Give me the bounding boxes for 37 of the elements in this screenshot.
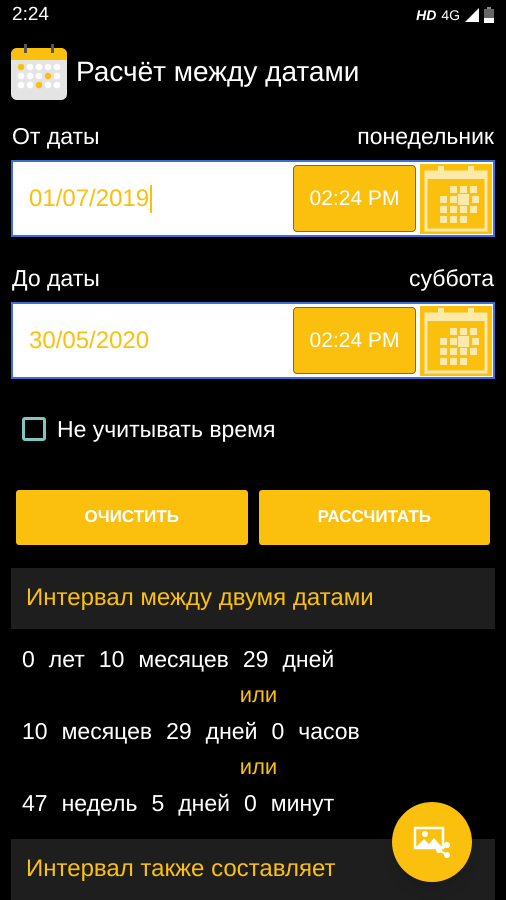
app-title: Расчёт между датами (76, 54, 360, 89)
clock: 2:24 (12, 2, 49, 27)
result-number: 29 (242, 644, 268, 674)
result-number: 0 (22, 644, 35, 674)
result-unit: дней (282, 644, 334, 674)
result-number: 0 (271, 716, 284, 746)
section-title: Интервал также составляет (26, 854, 336, 884)
result-number: 10 (22, 716, 48, 746)
field-label: От даты (12, 125, 100, 148)
share-image-icon (413, 826, 451, 858)
signal-icon (465, 8, 479, 22)
result-unit: месяцев (62, 716, 152, 746)
weekday-label: суббота (409, 267, 494, 290)
result-number: 5 (151, 788, 164, 818)
result-unit: недель (62, 788, 138, 818)
section-title: Интервал между двумя датами (26, 583, 374, 614)
or-label: или (240, 753, 278, 782)
result-unit: часов (298, 716, 360, 746)
field-label: До даты (12, 267, 100, 290)
weekday-label: понедельник (357, 125, 494, 148)
battery-icon (484, 7, 494, 24)
calendar-icon (10, 42, 68, 101)
network-label: HD (416, 6, 436, 25)
result-number: 10 (98, 644, 124, 674)
result-number: 47 (22, 788, 48, 818)
result-unit: лет (48, 644, 85, 674)
action-button[interactable]: РАССЧИТАТЬ (258, 490, 490, 545)
network-type-label: 4G (441, 6, 460, 25)
result-number: 29 (166, 716, 192, 746)
or-label: или (240, 681, 278, 710)
result-unit: минут (270, 788, 334, 818)
result-unit: дней (178, 788, 230, 818)
result-unit: месяцев (138, 644, 229, 674)
ignore-time-checkbox[interactable]: Не учитывать время (22, 412, 276, 447)
action-button[interactable]: ОЧИСТИТЬ (16, 490, 248, 545)
result-unit: дней (206, 716, 258, 746)
result-number: 0 (244, 788, 257, 818)
